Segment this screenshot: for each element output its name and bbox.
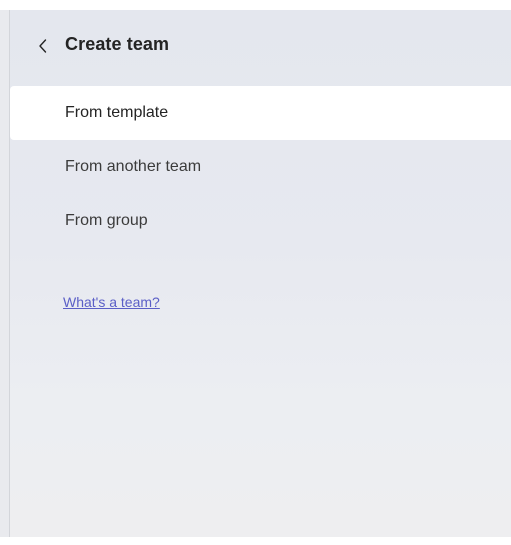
whats-a-team-link[interactable]: What's a team?	[63, 294, 160, 310]
option-from-template[interactable]: From template	[10, 86, 511, 140]
page-title: Create team	[65, 34, 170, 54]
option-from-group[interactable]: From group	[10, 194, 511, 248]
create-team-panel: Create team From template From another t…	[10, 10, 511, 537]
create-team-options: From template From another team From gro…	[10, 86, 511, 248]
panel-header: Create team	[10, 10, 511, 82]
option-from-another-team[interactable]: From another team	[10, 140, 511, 194]
back-button[interactable]	[34, 36, 52, 56]
window-left-edge	[0, 10, 10, 537]
screenshot-frame: Create team From template From another t…	[0, 0, 511, 545]
chevron-left-icon	[38, 38, 48, 54]
